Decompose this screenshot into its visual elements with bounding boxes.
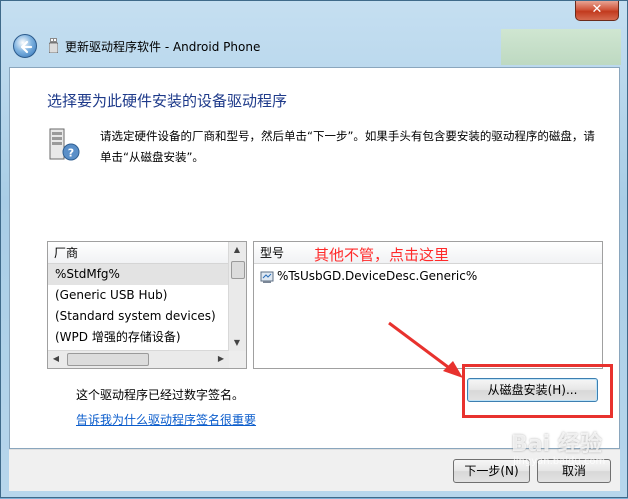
watermark-url: jingyan.baidu.com bbox=[513, 456, 606, 467]
back-button[interactable] bbox=[13, 34, 37, 58]
annotation-highlight-box bbox=[462, 364, 613, 418]
model-device-icon bbox=[260, 271, 274, 283]
window-title: 更新驱动程序软件 - Android Phone bbox=[65, 40, 261, 54]
scroll-right-icon[interactable]: ▶ bbox=[213, 351, 229, 367]
hardware-disk-icon: ? bbox=[49, 128, 80, 161]
annotation-text: 其他不管，点击这里 bbox=[314, 246, 450, 264]
watermark-logo: Bai 经验 bbox=[511, 432, 602, 457]
manufacturer-list[interactable]: 厂商 %StdMfg% (Generic USB Hub) (Standard … bbox=[47, 241, 247, 369]
list-item[interactable]: (Standard system devices) bbox=[48, 306, 246, 327]
horizontal-scrollbar[interactable]: ◀ ▶ bbox=[48, 350, 229, 368]
scroll-left-icon[interactable]: ◀ bbox=[48, 351, 64, 367]
signature-status: 这个驱动程序已经过数字签名。 bbox=[76, 388, 245, 402]
model-item-label: %TsUsbGD.DeviceDesc.Generic% bbox=[277, 269, 478, 283]
scroll-up-icon[interactable]: ▲ bbox=[229, 242, 245, 258]
window-frame: ✕ 更新驱动程序软件 - Android Phone 选择要为此硬件安装的设备驱… bbox=[0, 0, 628, 498]
title-bar: 更新驱动程序软件 - Android Phone bbox=[9, 31, 621, 61]
page-description: 请选定硬件设备的厂商和型号，然后单击“下一步”。如果手头有包含要安装的驱动程序的… bbox=[100, 129, 595, 164]
usb-device-icon bbox=[49, 38, 58, 53]
close-button[interactable]: ✕ bbox=[575, 1, 619, 21]
back-arrow-icon bbox=[20, 40, 33, 54]
vertical-scrollbar[interactable]: ▲ ▼ bbox=[228, 242, 246, 351]
page-heading: 选择要为此硬件安装的设备驱动程序 bbox=[47, 92, 288, 110]
close-icon: ✕ bbox=[591, 2, 603, 17]
horizontal-scroll-thumb[interactable] bbox=[67, 353, 149, 366]
list-item[interactable]: (Generic USB Hub) bbox=[48, 285, 246, 306]
svg-text:?: ? bbox=[68, 147, 74, 160]
signature-info-link[interactable]: 告诉我为什么驱动程序签名很重要 bbox=[76, 411, 256, 428]
scrollbar-corner bbox=[229, 351, 246, 368]
scroll-down-icon[interactable]: ▼ bbox=[229, 335, 245, 351]
list-item[interactable]: %StdMfg% bbox=[48, 264, 246, 285]
manufacturer-list-header: 厂商 bbox=[48, 242, 246, 264]
list-item[interactable]: (WPD 增强的存储设备) bbox=[48, 327, 246, 348]
list-item[interactable]: %TsUsbGD.DeviceDesc.Generic% bbox=[260, 266, 477, 286]
vertical-scroll-thumb[interactable] bbox=[231, 261, 245, 279]
